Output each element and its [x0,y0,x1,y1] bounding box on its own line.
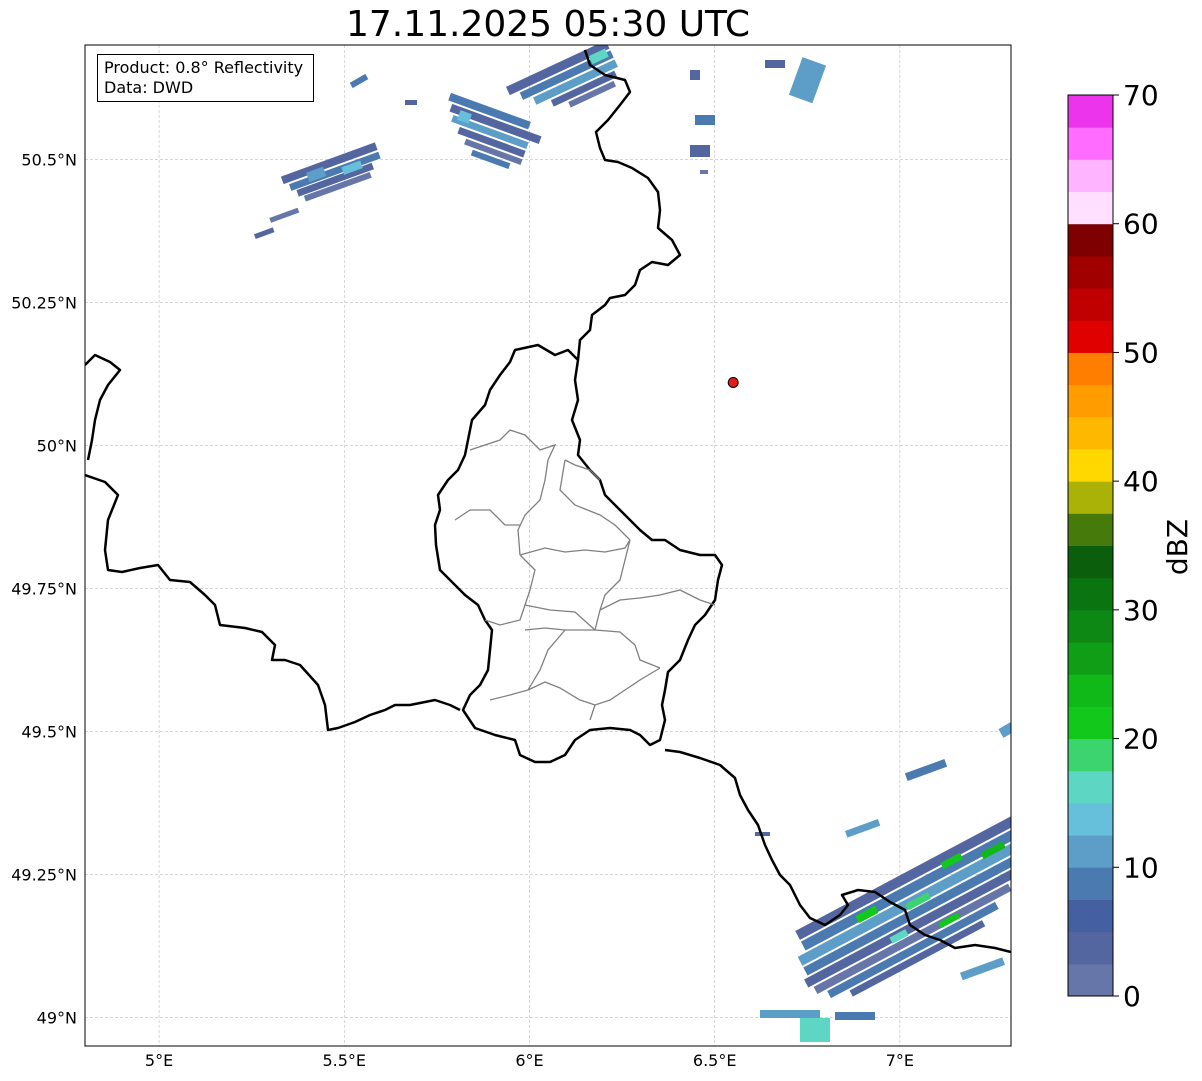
lon-tick-label: 6°E [515,1051,543,1070]
colorbar-segment [1068,835,1113,868]
colorbar-segment [1068,448,1113,482]
colorbar-segment [1068,159,1113,193]
colorbar-segment [1068,95,1113,128]
lat-tick-label: 49°N [37,1008,77,1027]
info-box: Product: 0.8° Reflectivity Data: DWD [97,54,314,102]
colorbar-segment [1068,513,1113,546]
colorbar-tick-label: 20 [1123,723,1159,756]
radar-map: 5°E 5.5°E 6°E 6.5°E 7°E 49°N 49.25°N 49.5°N 49.7… [11,44,1159,1070]
colorbar-segment [1068,481,1113,514]
colorbar-segment [1068,802,1113,836]
colorbar-segment [1068,609,1113,643]
product-label: Product: 0.8° Reflectivity [104,58,304,77]
lon-tick-label: 5°E [145,1051,173,1070]
colorbar-segment [1068,706,1113,740]
radar-site-marker [727,376,739,388]
colorbar-tick-label: 60 [1123,208,1159,241]
colorbar-segment [1068,352,1113,386]
colorbar-segment [1068,223,1113,257]
lat-tick-label: 50.5°N [21,150,77,169]
colorbar-segment [1068,963,1113,997]
colorbar-segment [1068,931,1113,965]
colorbar: 0 10 20 30 40 50 60 70 [1067,79,1159,1013]
data-source-label: Data: DWD [104,78,194,97]
lon-tick-label: 5.5°E [322,1051,366,1070]
colorbar-segment [1068,127,1113,160]
colorbar-segment [1068,867,1113,900]
colorbar-tick-label: 50 [1123,336,1159,369]
colorbar-tick-label: 10 [1123,851,1159,884]
colorbar-segment [1068,899,1113,933]
colorbar-segment [1068,255,1113,289]
colorbar-tick-label: 0 [1123,980,1141,1013]
colorbar-tick-label: 40 [1123,465,1159,498]
colorbar-label: dBZ [1161,518,1194,576]
colorbar-segment [1068,577,1113,611]
colorbar-segment [1068,674,1113,707]
lat-tick-label: 50°N [37,436,77,455]
lat-tick-label: 49.5°N [21,722,77,741]
colorbar-segment [1068,288,1113,321]
colorbar-segment [1068,320,1113,353]
colorbar-tick-label: 30 [1123,594,1159,627]
colorbar-segment [1068,545,1113,579]
colorbar-tick-label: 70 [1123,79,1159,112]
lat-tick-label: 49.75°N [11,579,77,598]
lon-tick-label: 7°E [886,1051,914,1070]
lon-tick-label: 6.5°E [693,1051,737,1070]
colorbar-segment [1068,642,1113,675]
lat-tick-label: 50.25°N [11,293,77,312]
colorbar-segment [1068,416,1113,450]
lat-tick-label: 49.25°N [11,865,77,884]
colorbar-segment [1068,770,1113,804]
colorbar-segment [1068,738,1113,772]
colorbar-segment [1068,384,1113,418]
colorbar-segment [1068,191,1113,225]
